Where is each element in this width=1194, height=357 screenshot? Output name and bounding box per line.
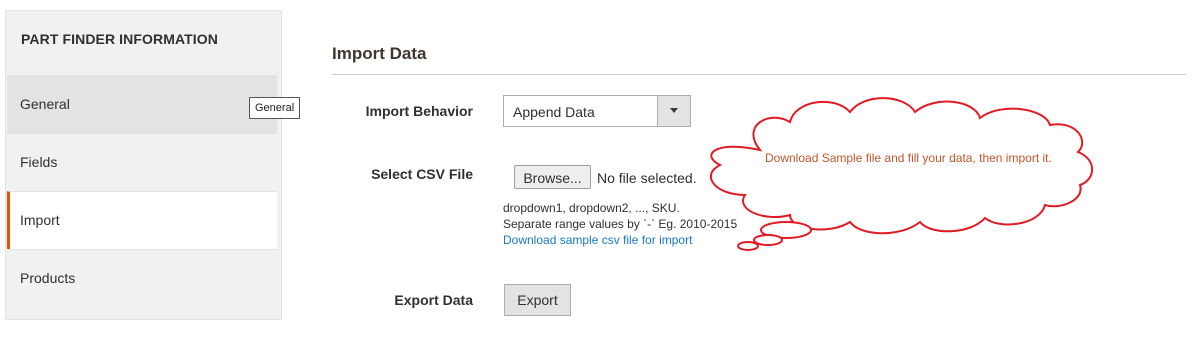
callout-cloud (709, 97, 1094, 251)
callout-text: Download Sample file and fill your data,… (765, 151, 1052, 165)
